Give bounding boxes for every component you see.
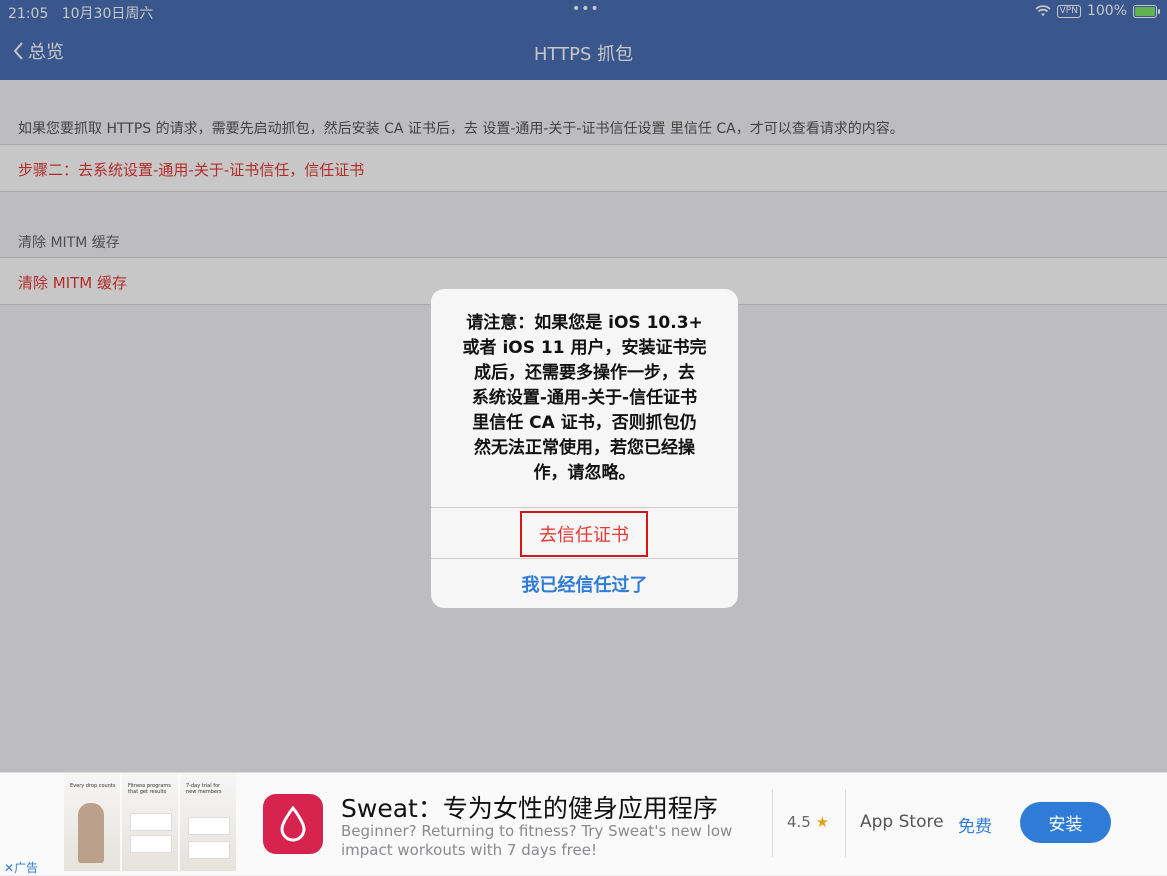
ad-screenshot: Fitness programs that get results	[122, 773, 178, 871]
app-icon[interactable]	[263, 794, 323, 854]
alert-line: 请注意：如果您是 iOS 10.3+	[466, 313, 703, 333]
trust-certificate-label: 去信任证书	[520, 511, 648, 557]
athlete-figure	[78, 803, 104, 863]
ad-screenshot-caption: 7-day trial for new members	[186, 783, 222, 795]
ad-screenshot: 7-day trial for new members	[180, 773, 236, 871]
close-icon: ✕	[4, 861, 15, 875]
alert-line: 里信任 CA 证书，否则抓包仍	[472, 413, 697, 433]
alert-line: 系统设置-通用-关于-信任证书	[471, 388, 698, 408]
ad-screenshot-caption: Every drop counts	[70, 783, 116, 789]
ad-title: Sweat：专为女性的健身应用程序	[341, 794, 718, 823]
ad-rating: 4.5 ★	[787, 813, 830, 831]
already-trusted-button[interactable]: 我已经信任过了	[431, 558, 738, 608]
ad-banner[interactable]: Every drop counts Fitness programs that …	[0, 772, 1167, 875]
ad-close-button[interactable]: ✕广告	[4, 859, 38, 876]
water-drop-icon	[280, 805, 306, 842]
alert-dialog: 请注意：如果您是 iOS 10.3+ 或者 iOS 11 用户，安装证书完 成后…	[431, 289, 738, 608]
alert-line: 然无法正常使用，若您已经操	[474, 438, 695, 458]
alert-line: 成后，还需要多操作一步，去	[474, 363, 695, 383]
ad-screenshot: Every drop counts	[64, 773, 120, 871]
trust-certificate-button[interactable]: 去信任证书	[431, 507, 738, 558]
ad-screenshot-caption: Fitness programs that get results	[128, 783, 171, 795]
ad-label: 广告	[14, 861, 39, 875]
ad-subtitle: Beginner? Returning to fitness? Try Swea…	[341, 822, 733, 859]
alert-message: 请注意：如果您是 iOS 10.3+ 或者 iOS 11 用户，安装证书完 成后…	[447, 311, 722, 486]
alert-line: 作，请忽略。	[533, 463, 636, 483]
app-store-label: App Store	[860, 812, 944, 832]
star-icon: ★	[815, 813, 830, 831]
alert-line: 或者 iOS 11 用户，安装证书完	[462, 338, 707, 358]
ad-screenshots: Every drop counts Fitness programs that …	[64, 773, 236, 871]
price-label: 免费	[958, 817, 992, 837]
install-button[interactable]: 安装	[1020, 802, 1111, 843]
